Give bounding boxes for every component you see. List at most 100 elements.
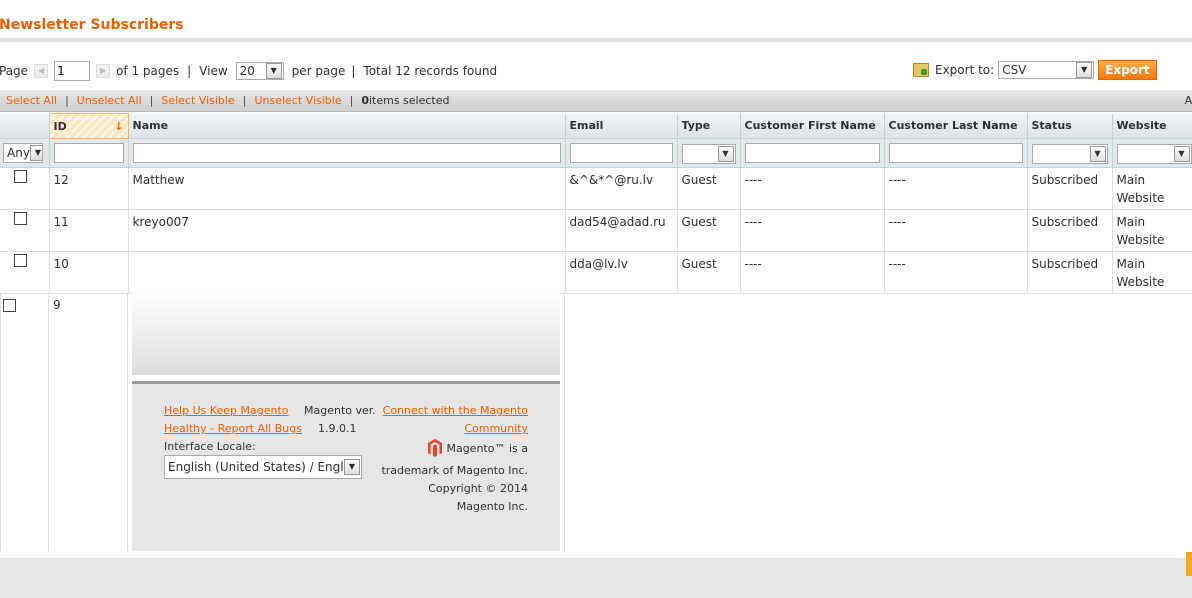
table-row[interactable]: 11 kreyo007 dad54@adad.ru Guest ---- ---…: [0, 209, 1192, 252]
cell-website: Main Website: [1112, 167, 1192, 210]
cell-last-name: ----: [884, 209, 1028, 252]
unselect-visible-link[interactable]: Unselect Visible: [254, 94, 341, 107]
column-rule: [0, 293, 1, 551]
help-magento-link[interactable]: Help Us Keep Magento: [164, 404, 289, 417]
select-all-link[interactable]: Select All: [6, 94, 57, 107]
export-format-select[interactable]: CSV ▼: [998, 61, 1095, 79]
trademark-line1: Magento™ is a: [446, 442, 528, 455]
header-id-label: ID: [53, 119, 67, 133]
row-checkbox[interactable]: [14, 254, 27, 267]
filter-website-select[interactable]: ▼: [1116, 143, 1192, 164]
header-name[interactable]: Name: [128, 113, 566, 139]
table-row[interactable]: 12 Matthew &^&*^@ru.lv Guest ---- ---- S…: [0, 167, 1192, 210]
row-checkbox[interactable]: [14, 212, 27, 225]
locale-value: English (United States) / English: [168, 460, 344, 474]
filter-status-select[interactable]: ▼: [1031, 143, 1108, 164]
cell-type: Guest: [677, 251, 741, 294]
next-page-icon[interactable]: ▶: [96, 64, 111, 78]
cell-id: 12: [49, 167, 129, 210]
chevron-down-icon: ▼: [1089, 145, 1106, 162]
footer-body: Help Us Keep Magento Healthy - Report Al…: [132, 384, 560, 551]
filter-name-input[interactable]: [132, 143, 561, 163]
chevron-down-icon: ▼: [1076, 62, 1093, 78]
cell-name: Matthew: [128, 167, 566, 210]
community-link-line2[interactable]: Community: [464, 422, 528, 435]
company-name: Magento Inc.: [456, 500, 528, 513]
column-rule: [564, 293, 565, 551]
cell-status: Subscribed: [1027, 209, 1113, 252]
filter-website-cell: ▼: [1112, 138, 1192, 168]
pager: Page ◀ ▶ of 1 pages | View 20 ▼ per page…: [0, 60, 497, 82]
header-website[interactable]: Website: [1112, 113, 1192, 139]
header-first-name[interactable]: Customer First Name: [740, 113, 885, 139]
report-bugs-link[interactable]: Healthy - Report All Bugs: [164, 422, 302, 435]
header-id[interactable]: ID ↓: [48, 113, 129, 139]
separator: |: [149, 94, 154, 107]
header-type[interactable]: Type: [677, 113, 741, 139]
page-number-input[interactable]: [54, 61, 91, 81]
header-email[interactable]: Email: [565, 113, 678, 139]
filter-id-input[interactable]: [53, 143, 124, 163]
filter-last-name-cell: [884, 138, 1028, 168]
corner-tab[interactable]: [1186, 552, 1192, 576]
select-visible-link[interactable]: Select Visible: [161, 94, 234, 107]
row-checkbox[interactable]: [3, 299, 16, 312]
page-label: Page: [0, 64, 29, 78]
row-checkbox-cell: [0, 251, 50, 294]
table-row[interactable]: 10 dda@lv.lv Guest ---- ---- Subscribed …: [0, 251, 1192, 294]
header-last-name[interactable]: Customer Last Name: [884, 113, 1028, 139]
separator: |: [349, 94, 354, 107]
cell-id: 10: [49, 251, 129, 294]
per-page-label: per page: [291, 64, 346, 78]
locale-label: Interface Locale:: [164, 440, 256, 453]
filter-any-value: Any: [7, 146, 30, 160]
cell-first-name: ----: [740, 209, 885, 252]
row-checkbox-cell: [0, 209, 50, 252]
chevron-down-icon: ▼: [717, 145, 734, 162]
chevron-down-icon: ▼: [265, 63, 282, 79]
filter-massaction-select[interactable]: Any ▼: [3, 143, 43, 163]
cell-status: Subscribed: [1027, 251, 1113, 294]
cell-name: kreyo007: [128, 209, 566, 252]
prev-page-icon[interactable]: ◀: [34, 64, 49, 78]
selected-count: 0: [361, 94, 369, 107]
cell-email: dda@lv.lv: [565, 251, 678, 294]
header-status[interactable]: Status: [1027, 113, 1113, 139]
filter-email-input[interactable]: [569, 143, 673, 163]
export-format-value: CSV: [1002, 63, 1027, 77]
cell-email: &^&*^@ru.lv: [565, 167, 678, 210]
sort-desc-icon: ↓: [114, 119, 124, 133]
export-icon: [913, 63, 929, 77]
cell-last-name: ----: [884, 167, 1028, 210]
filter-last-name-input[interactable]: [888, 143, 1023, 163]
pager-separator: |: [351, 64, 356, 78]
copyright: Copyright © 2014: [428, 482, 528, 495]
unselect-all-link[interactable]: Unselect All: [77, 94, 142, 107]
filter-type-select[interactable]: ▼: [681, 143, 736, 164]
view-label: View: [199, 64, 228, 78]
community-link-line1[interactable]: Connect with the Magento: [383, 404, 528, 417]
column-rule: [48, 293, 49, 551]
row-checkbox-cell: [0, 167, 50, 210]
cell-type: Guest: [677, 209, 741, 252]
total-records: Total 12 records found: [363, 64, 498, 78]
cell-website: Main Website: [1112, 251, 1192, 294]
page-title: Newsletter Subscribers: [0, 17, 184, 33]
export-panel: Export to: CSV ▼ Export: [913, 60, 1157, 80]
per-page-select[interactable]: 20 ▼: [235, 62, 284, 80]
page-footer: Help Us Keep Magento Healthy - Report Al…: [132, 293, 560, 551]
filter-first-name-input[interactable]: [744, 143, 880, 163]
separator: |: [242, 94, 247, 107]
row-checkbox[interactable]: [14, 170, 27, 183]
version-label: Magento ver.: [304, 404, 376, 417]
massaction-bar: Select All | Unselect All | Select Visib…: [0, 90, 1192, 112]
filter-massaction: Any ▼: [0, 138, 50, 168]
cell-id: 11: [49, 209, 129, 252]
cell-first-name: ----: [740, 251, 885, 294]
chevron-down-icon: ▼: [1173, 145, 1190, 162]
cell-website: Main Website: [1112, 209, 1192, 252]
filter-id-cell: [49, 138, 129, 168]
trademark-line2: trademark of Magento Inc.: [381, 464, 528, 477]
locale-select[interactable]: English (United States) / English ▼: [164, 455, 362, 479]
export-button[interactable]: Export: [1098, 60, 1157, 80]
